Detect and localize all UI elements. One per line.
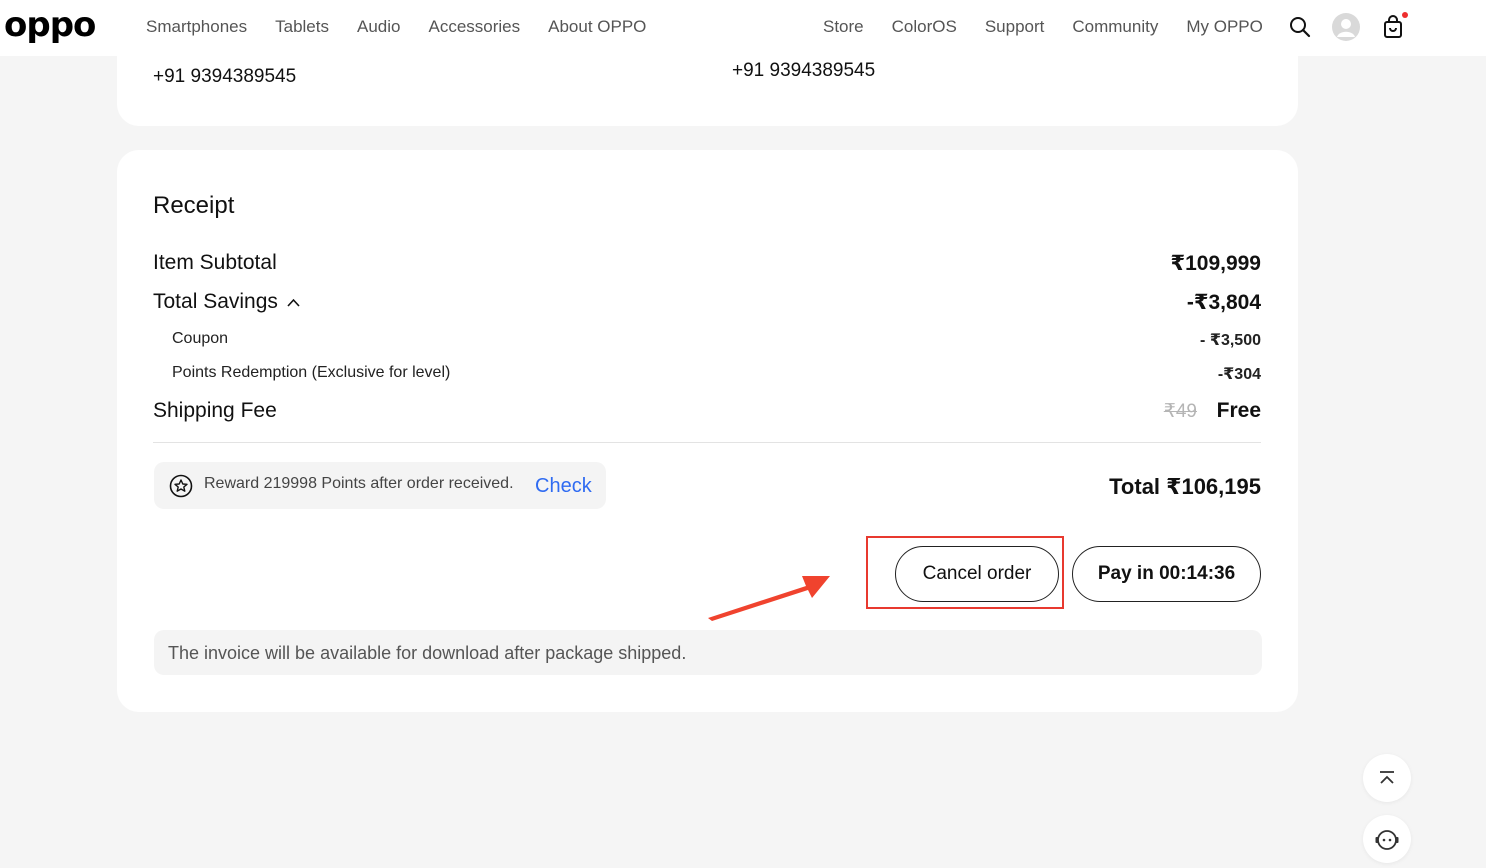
nav-coloros[interactable]: ColorOS <box>892 17 957 37</box>
phone-right: +91 9394389545 <box>732 60 876 81</box>
nav-about-oppo[interactable]: About OPPO <box>548 17 646 37</box>
points-label: Points Redemption (Exclusive for level) <box>172 364 451 381</box>
secondary-nav: Store ColorOS Support Community My OPPO <box>823 17 1263 37</box>
back-to-top-icon[interactable] <box>1363 754 1411 802</box>
nav-my-oppo[interactable]: My OPPO <box>1186 17 1263 37</box>
pay-button[interactable]: Pay in 00:14:36 <box>1072 546 1261 602</box>
points-value: -₹304 <box>1217 366 1261 383</box>
reward-banner: Reward 219998 Points after order receive… <box>154 462 606 509</box>
invoice-note-box: The invoice will be available for downlo… <box>154 630 1262 675</box>
nav-support[interactable]: Support <box>985 17 1045 37</box>
chat-bot-icon[interactable] <box>1363 815 1411 863</box>
site-header: oppo Smartphones Tablets Audio Accessori… <box>0 0 1486 56</box>
account-icon[interactable] <box>1331 12 1361 42</box>
item-subtotal-label: Item Subtotal <box>153 251 277 274</box>
coupon-value: - ₹3,500 <box>1200 332 1261 349</box>
cancel-order-button[interactable]: Cancel order <box>895 546 1059 602</box>
nav-audio[interactable]: Audio <box>357 17 400 37</box>
nav-store[interactable]: Store <box>823 17 864 37</box>
divider <box>153 442 1261 443</box>
primary-nav: Smartphones Tablets Audio Accessories Ab… <box>146 17 646 37</box>
check-link[interactable]: Check <box>535 475 592 498</box>
chevron-up-icon <box>287 298 300 307</box>
nav-smartphones[interactable]: Smartphones <box>146 17 247 37</box>
item-subtotal-value: ₹109,999 <box>1170 252 1261 275</box>
annotation-arrow-icon <box>708 576 830 621</box>
shipping-original-price: ₹49 <box>1163 401 1197 422</box>
order-total: Total ₹106,195 <box>1109 474 1261 499</box>
coupon-label: Coupon <box>172 330 229 347</box>
invoice-note: The invoice will be available for downlo… <box>168 643 687 663</box>
reward-star-icon <box>169 474 193 498</box>
nav-tablets[interactable]: Tablets <box>275 17 329 37</box>
phone-left: +91 9394389545 <box>153 66 297 87</box>
receipt-title: Receipt <box>153 192 235 219</box>
total-savings-toggle[interactable]: Total Savings <box>153 290 300 314</box>
nav-community[interactable]: Community <box>1072 17 1158 37</box>
oppo-logo[interactable]: oppo <box>4 8 96 42</box>
nav-accessories[interactable]: Accessories <box>428 17 520 37</box>
total-savings-label: Total Savings <box>153 290 278 313</box>
shipping-label: Shipping Fee <box>153 399 277 422</box>
reward-text: Reward 219998 Points after order receive… <box>204 475 514 492</box>
shipping-value: Free <box>1216 399 1261 422</box>
search-icon[interactable] <box>1285 12 1315 42</box>
cart-badge <box>1402 12 1408 18</box>
total-savings-value: -₹3,804 <box>1186 291 1261 314</box>
